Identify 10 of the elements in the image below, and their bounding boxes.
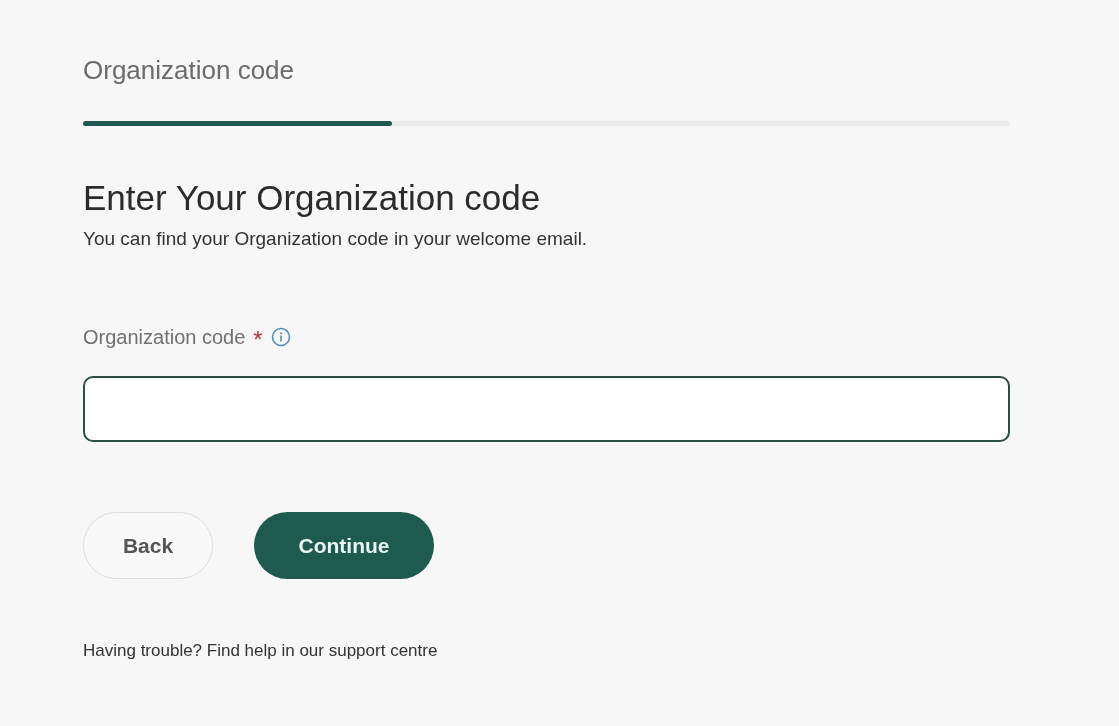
required-mark: * <box>253 328 263 352</box>
continue-button[interactable]: Continue <box>254 512 434 579</box>
field-label: Organization code <box>83 325 246 350</box>
back-button[interactable]: Back <box>83 512 213 579</box>
page-heading: Enter Your Organization code <box>83 177 542 219</box>
info-icon[interactable] <box>270 327 291 347</box>
step-title: Organization code <box>83 54 296 87</box>
help-text: Having trouble? Find help in our support centre <box>83 641 439 661</box>
organization-code-field[interactable] <box>83 376 1010 442</box>
page-subtitle: You can find your Organization code in your welcome email. <box>83 227 589 251</box>
